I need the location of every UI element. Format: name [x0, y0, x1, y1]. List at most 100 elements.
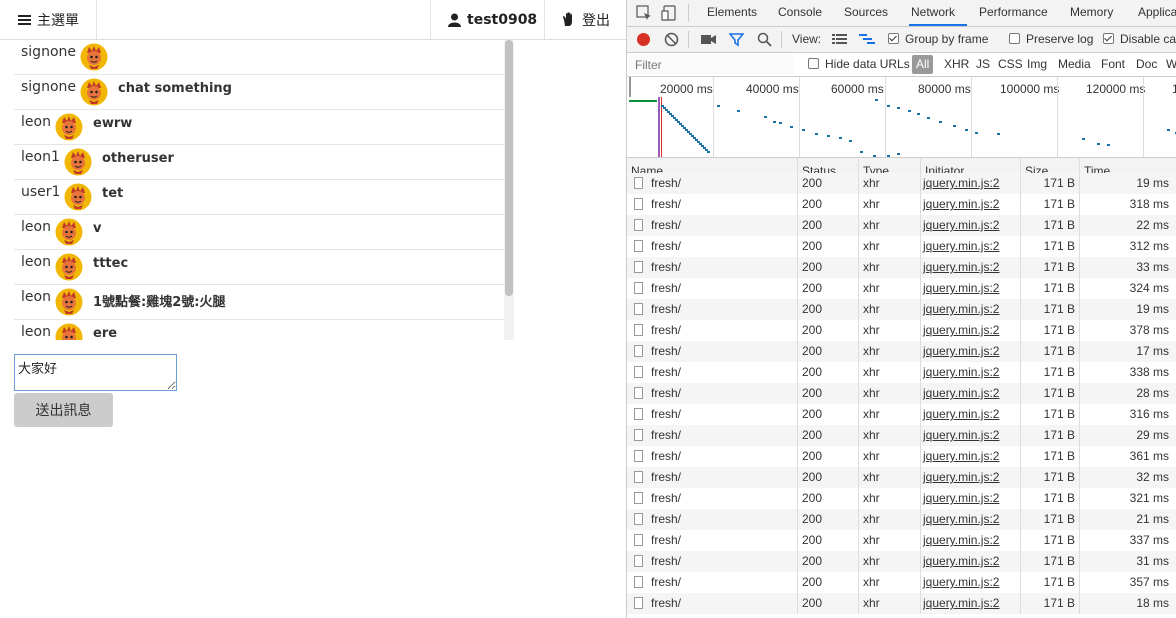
- cell-initiator[interactable]: jquery.min.js:2: [921, 509, 1021, 530]
- cell-type-text: xhr: [863, 470, 880, 484]
- chat-scrollbar[interactable]: [504, 40, 514, 340]
- filter-icon[interactable]: [729, 32, 744, 47]
- cell-initiator[interactable]: jquery.min.js:2: [921, 362, 1021, 383]
- search-icon[interactable]: [757, 32, 772, 47]
- cell-status-text: 200: [802, 470, 823, 484]
- tab-performance[interactable]: Performance: [979, 0, 1048, 26]
- timeline-request-bar: [860, 151, 863, 153]
- main-menu-button[interactable]: 主選單: [0, 0, 97, 39]
- table-row[interactable]: fresh/200 xhr jquery.min.js:2 171 B 318 ms: [627, 194, 1176, 215]
- preserve-log-checkbox[interactable]: Preserve log: [1009, 32, 1093, 46]
- cell-initiator[interactable]: jquery.min.js:2: [921, 530, 1021, 551]
- cell-initiator[interactable]: jquery.min.js:2: [921, 467, 1021, 488]
- cell-initiator[interactable]: jquery.min.js:2: [921, 278, 1021, 299]
- filter-type-media[interactable]: Media: [1058, 57, 1091, 71]
- cell-name-text: fresh/: [651, 428, 682, 442]
- tab-application[interactable]: Applica: [1138, 0, 1176, 26]
- timeline-request-bar: [897, 153, 900, 155]
- cell-initiator[interactable]: jquery.min.js:2: [921, 215, 1021, 236]
- table-row[interactable]: fresh/200 xhr jquery.min.js:2 171 B 19 ms: [627, 299, 1176, 320]
- tab-console[interactable]: Console: [778, 0, 822, 26]
- cell-initiator[interactable]: jquery.min.js:2: [921, 173, 1021, 194]
- file-icon: [634, 387, 643, 399]
- tab-sources[interactable]: Sources: [844, 0, 888, 26]
- table-row[interactable]: fresh/200 xhr jquery.min.js:2 171 B 312 ms: [627, 236, 1176, 257]
- table-row[interactable]: fresh/200 xhr jquery.min.js:2 171 B 378 ms: [627, 320, 1176, 341]
- filter-input[interactable]: [629, 55, 794, 74]
- cell-size-text: 171 B: [1043, 512, 1075, 526]
- device-toolbar-icon[interactable]: [661, 4, 679, 22]
- table-row[interactable]: fresh/200 xhr jquery.min.js:2 171 B 338 ms: [627, 362, 1176, 383]
- table-row[interactable]: fresh/200 xhr jquery.min.js:2 171 B 28 ms: [627, 383, 1176, 404]
- cell-initiator[interactable]: jquery.min.js:2: [921, 488, 1021, 509]
- filter-type-all[interactable]: All: [912, 55, 934, 74]
- table-row[interactable]: fresh/200 xhr jquery.min.js:2 171 B 316 ms: [627, 404, 1176, 425]
- table-row[interactable]: fresh/200 xhr jquery.min.js:2 171 B 324 ms: [627, 278, 1176, 299]
- filter-type-font[interactable]: Font: [1101, 57, 1125, 71]
- message-input[interactable]: 大家好: [14, 354, 177, 391]
- filter-type-xhr[interactable]: XHR: [944, 57, 969, 71]
- cell-initiator[interactable]: jquery.min.js:2: [921, 446, 1021, 467]
- tab-network[interactable]: Network: [909, 0, 967, 26]
- cell-initiator-text: jquery.min.js:2: [923, 386, 1000, 400]
- cell-name: fresh/: [627, 341, 798, 362]
- cell-type: xhr: [859, 215, 921, 236]
- disable-cache-checkbox[interactable]: Disable cac: [1103, 32, 1176, 46]
- record-icon[interactable]: [636, 32, 651, 47]
- file-icon: [634, 219, 643, 231]
- message-text: tet: [102, 186, 124, 201]
- table-row[interactable]: fresh/200 xhr jquery.min.js:2 171 B 17 ms: [627, 341, 1176, 362]
- user-avatar: [55, 323, 83, 340]
- send-message-button[interactable]: 送出訊息: [14, 393, 113, 427]
- chat-message-list[interactable]: signone signone chat something leon ewrw leon…: [14, 40, 514, 340]
- group-by-frame-checkbox[interactable]: Group by frame: [888, 32, 988, 46]
- filter-type-ws[interactable]: W: [1166, 57, 1176, 71]
- user-profile-button[interactable]: test0908: [430, 0, 545, 39]
- cell-initiator[interactable]: jquery.min.js:2: [921, 383, 1021, 404]
- filter-type-css[interactable]: CSS: [998, 57, 1023, 71]
- table-row[interactable]: fresh/200 xhr jquery.min.js:2 171 B 18 ms: [627, 593, 1176, 614]
- cell-time-text: 22 ms: [1136, 218, 1169, 232]
- filter-type-img[interactable]: Img: [1027, 57, 1047, 71]
- disable-cache-label: Disable cac: [1120, 32, 1176, 46]
- cell-initiator[interactable]: jquery.min.js:2: [921, 551, 1021, 572]
- timeline-request-bar: [665, 109, 668, 111]
- table-row[interactable]: fresh/200 xhr jquery.min.js:2 171 B 361 ms: [627, 446, 1176, 467]
- table-row[interactable]: fresh/200 xhr jquery.min.js:2 171 B 357 ms: [627, 572, 1176, 593]
- cell-initiator[interactable]: jquery.min.js:2: [921, 572, 1021, 593]
- clear-icon[interactable]: [664, 32, 679, 47]
- cell-initiator[interactable]: jquery.min.js:2: [921, 320, 1021, 341]
- cell-initiator[interactable]: jquery.min.js:2: [921, 299, 1021, 320]
- network-overview-timeline[interactable]: 20000 ms 40000 ms 60000 ms 80000 ms 100000 m…: [627, 77, 1176, 158]
- table-row[interactable]: fresh/200 xhr jquery.min.js:2 171 B 19 ms: [627, 173, 1176, 194]
- logout-button[interactable]: 登出: [545, 0, 626, 39]
- inspect-element-icon[interactable]: [635, 4, 653, 22]
- cell-initiator[interactable]: jquery.min.js:2: [921, 194, 1021, 215]
- table-row[interactable]: fresh/200 xhr jquery.min.js:2 171 B 21 ms: [627, 509, 1176, 530]
- table-row[interactable]: fresh/200 xhr jquery.min.js:2 171 B 29 ms: [627, 425, 1176, 446]
- cell-size-text: 171 B: [1043, 407, 1075, 421]
- video-camera-icon[interactable]: [701, 33, 717, 46]
- hide-data-urls-checkbox[interactable]: Hide data URLs: [808, 57, 910, 71]
- table-row[interactable]: fresh/200 xhr jquery.min.js:2 171 B 321 ms: [627, 488, 1176, 509]
- table-row[interactable]: fresh/200 xhr jquery.min.js:2 171 B 22 ms: [627, 215, 1176, 236]
- table-row[interactable]: fresh/200 xhr jquery.min.js:2 171 B 33 ms: [627, 257, 1176, 278]
- cell-initiator[interactable]: jquery.min.js:2: [921, 341, 1021, 362]
- cell-initiator[interactable]: jquery.min.js:2: [921, 404, 1021, 425]
- cell-initiator[interactable]: jquery.min.js:2: [921, 257, 1021, 278]
- table-row[interactable]: fresh/200 xhr jquery.min.js:2 171 B 337 ms: [627, 530, 1176, 551]
- chat-scrollbar-thumb[interactable]: [505, 40, 513, 296]
- timeline-request-bar: [1082, 138, 1085, 140]
- cell-size-text: 171 B: [1043, 218, 1075, 232]
- large-rows-icon[interactable]: [832, 33, 847, 45]
- tab-memory[interactable]: Memory: [1070, 0, 1113, 26]
- cell-initiator[interactable]: jquery.min.js:2: [921, 236, 1021, 257]
- table-row[interactable]: fresh/200 xhr jquery.min.js:2 171 B 32 ms: [627, 467, 1176, 488]
- table-row[interactable]: fresh/200 xhr jquery.min.js:2 171 B 31 ms: [627, 551, 1176, 572]
- waterfall-icon[interactable]: [859, 33, 875, 45]
- cell-initiator[interactable]: jquery.min.js:2: [921, 593, 1021, 614]
- tab-elements[interactable]: Elements: [707, 0, 757, 26]
- filter-type-js[interactable]: JS: [976, 57, 990, 71]
- cell-initiator[interactable]: jquery.min.js:2: [921, 425, 1021, 446]
- filter-type-doc[interactable]: Doc: [1136, 57, 1157, 71]
